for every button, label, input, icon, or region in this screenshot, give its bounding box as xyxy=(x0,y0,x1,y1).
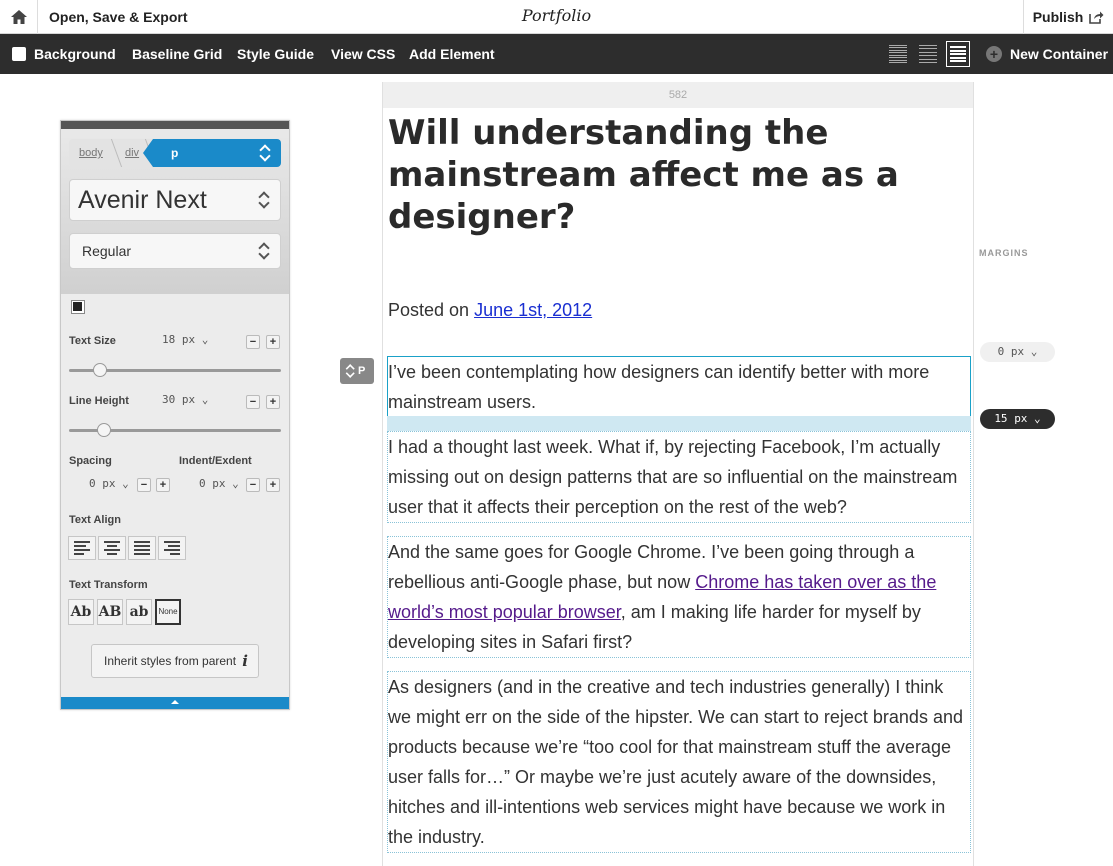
panel-drag-handle[interactable] xyxy=(61,121,289,129)
transform-uppercase-button[interactable]: AB xyxy=(97,599,123,625)
text-color-swatch[interactable] xyxy=(71,300,85,314)
panel-collapse-button[interactable] xyxy=(61,697,289,709)
top-margin-unit: px xyxy=(1010,345,1025,358)
page-headline[interactable]: Will understanding the mainstream affect… xyxy=(388,112,968,238)
line-height-increase-button[interactable]: + xyxy=(266,395,280,409)
margins-label: MARGINS xyxy=(979,248,1029,258)
font-family-select[interactable]: Avenir Next xyxy=(69,179,281,221)
toolbar: Background Baseline Grid Style Guide Vie… xyxy=(0,34,1113,74)
view-dense-icon[interactable] xyxy=(886,41,910,67)
inherit-styles-button[interactable]: Inherit styles from parent i xyxy=(91,644,259,678)
posted-prefix: Posted on xyxy=(388,300,475,320)
width-readout: 582 xyxy=(383,82,973,108)
bottom-margin-unit: px xyxy=(1014,412,1028,425)
publish-button[interactable]: Publish xyxy=(1023,0,1113,34)
paragraph[interactable]: I had a thought last week. What if, by r… xyxy=(387,431,971,523)
new-container-button[interactable]: + New Container xyxy=(986,34,1108,74)
font-weight-value: Regular xyxy=(82,243,132,259)
indent-field[interactable]: 0 px ⌄ xyxy=(199,477,239,490)
page-canvas: 582 Will understanding the mainstream af… xyxy=(382,82,974,866)
align-justify-button[interactable] xyxy=(128,536,156,560)
align-right-button[interactable] xyxy=(158,536,186,560)
line-height-label: Line Height xyxy=(69,395,129,407)
posted-date-link[interactable]: June 1st, 2012 xyxy=(474,300,592,320)
open-save-export-button[interactable]: Open, Save & Export xyxy=(49,0,187,34)
background-button[interactable]: Background xyxy=(34,34,116,74)
line-height-slider[interactable] xyxy=(69,423,281,437)
publish-label: Publish xyxy=(1032,9,1084,25)
indent-unit: px xyxy=(212,477,226,490)
top-margin-value: 0 xyxy=(997,345,1005,358)
text-size-decrease-button[interactable]: − xyxy=(246,335,260,349)
updown-chevron-icon xyxy=(260,191,270,209)
indent-increase-button[interactable]: + xyxy=(266,478,280,492)
spacing-increase-button[interactable]: + xyxy=(156,478,170,492)
bottom-margin-indicator xyxy=(387,416,971,431)
spacing-unit: px xyxy=(102,477,116,490)
paragraph-selected[interactable]: I’ve been contemplating how designers ca… xyxy=(387,356,971,418)
transform-capitalize-button[interactable]: Ab xyxy=(68,599,94,625)
updown-chevron-icon xyxy=(347,364,355,378)
spacing-field[interactable]: 0 px ⌄ xyxy=(89,477,129,490)
plus-circle-icon: + xyxy=(986,46,1002,62)
inherit-styles-label: Inherit styles from parent xyxy=(104,654,237,668)
line-height-decrease-button[interactable]: − xyxy=(246,395,260,409)
indent-label: Indent/Exdent xyxy=(179,455,252,467)
transform-lowercase-button[interactable]: ab xyxy=(126,599,152,625)
bottom-margin-field[interactable]: 15 px ⌄ xyxy=(980,409,1055,429)
text-size-slider-thumb[interactable] xyxy=(92,363,107,377)
text-size-increase-button[interactable]: + xyxy=(266,335,280,349)
breadcrumb-separator xyxy=(101,139,123,167)
transform-none-button[interactable]: None xyxy=(155,599,181,625)
indent-value: 0 xyxy=(199,477,206,490)
top-margin-field[interactable]: 0 px ⌄ xyxy=(980,342,1055,362)
element-tag-selector[interactable]: P xyxy=(340,358,374,384)
line-height-slider-thumb[interactable] xyxy=(96,423,111,437)
text-size-unit: px xyxy=(181,333,196,346)
style-panel: body div p Avenir Next Regular Text Size… xyxy=(60,120,290,710)
view-css-button[interactable]: View CSS xyxy=(331,34,395,74)
bottom-margin-value: 15 xyxy=(994,412,1008,425)
home-button[interactable] xyxy=(0,0,38,34)
view-medium-icon[interactable] xyxy=(916,41,940,67)
breadcrumb-p[interactable]: p xyxy=(153,139,281,167)
text-size-slider[interactable] xyxy=(69,363,281,377)
text-transform-label: Text Transform xyxy=(69,579,148,591)
new-container-label: New Container xyxy=(1010,46,1109,62)
indent-decrease-button[interactable]: − xyxy=(246,478,260,492)
text-size-field[interactable]: 18 px ⌄ xyxy=(162,333,208,346)
line-height-value: 30 xyxy=(162,393,176,406)
background-checkbox[interactable] xyxy=(12,47,26,61)
text-size-value: 18 xyxy=(162,333,176,346)
text-size-label: Text Size xyxy=(69,335,116,347)
info-icon: i xyxy=(242,652,248,670)
spacing-value: 0 xyxy=(89,477,96,490)
font-family-value: Avenir Next xyxy=(78,186,207,214)
text-align-label: Text Align xyxy=(69,514,121,526)
breadcrumb-p-label: p xyxy=(171,146,179,160)
breadcrumb: body div p xyxy=(69,139,281,167)
breadcrumb-body[interactable]: body xyxy=(79,139,103,167)
line-height-unit: px xyxy=(181,393,196,406)
style-guide-button[interactable]: Style Guide xyxy=(237,34,314,74)
add-element-button[interactable]: Add Element xyxy=(409,34,495,74)
paragraph[interactable]: As designers (and in the creative and te… xyxy=(387,671,971,853)
share-icon xyxy=(1089,11,1104,24)
spacing-label: Spacing xyxy=(69,455,112,467)
updown-chevron-icon xyxy=(260,242,270,260)
line-height-field[interactable]: 30 px ⌄ xyxy=(162,393,208,406)
view-wide-icon[interactable] xyxy=(946,41,970,67)
baseline-grid-button[interactable]: Baseline Grid xyxy=(132,34,222,74)
paragraph[interactable]: And the same goes for Google Chrome. I’v… xyxy=(387,536,971,658)
element-tag-label: P xyxy=(358,365,366,377)
posted-line[interactable]: Posted on June 1st, 2012 xyxy=(388,300,592,321)
font-weight-select[interactable]: Regular xyxy=(69,233,281,269)
align-left-button[interactable] xyxy=(68,536,96,560)
updown-chevron-icon xyxy=(261,144,271,162)
align-center-button[interactable] xyxy=(98,536,126,560)
home-icon xyxy=(10,10,27,24)
top-bar: Open, Save & Export Portfolio Publish xyxy=(0,0,1113,34)
spacing-decrease-button[interactable]: − xyxy=(137,478,151,492)
